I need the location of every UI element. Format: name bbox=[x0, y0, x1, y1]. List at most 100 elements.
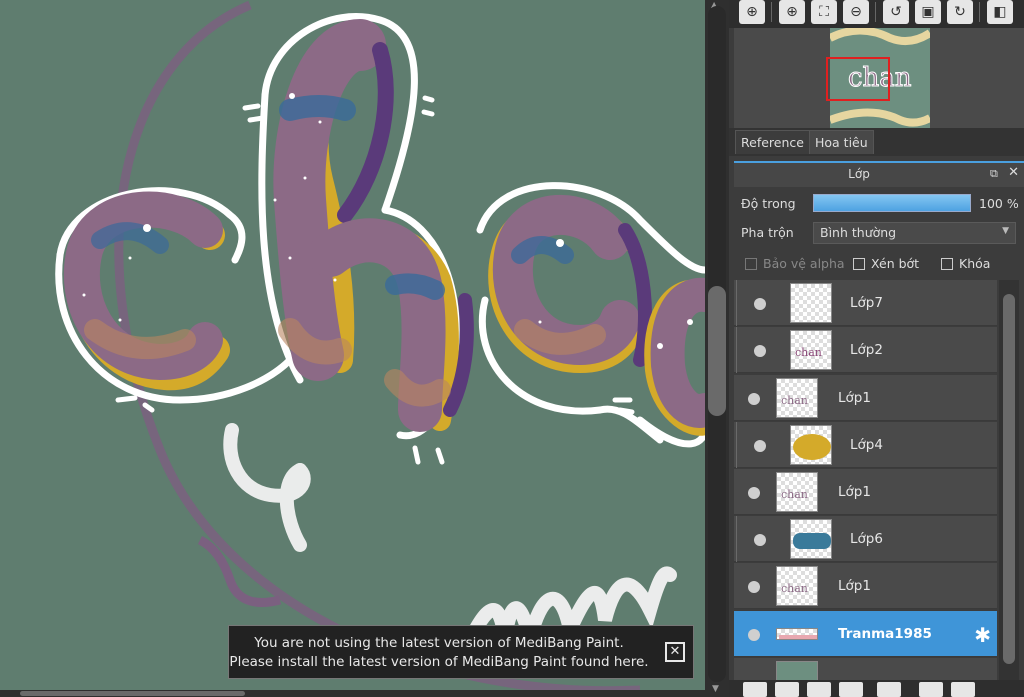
new-halftone-layer-icon[interactable] bbox=[775, 682, 799, 697]
layer-panel-title: Lớp bbox=[848, 167, 870, 181]
layer-row[interactable]: chan Lớp1 bbox=[734, 375, 997, 421]
eye-icon[interactable] bbox=[748, 393, 760, 405]
rotate-left-icon[interactable]: ↺ bbox=[883, 0, 909, 24]
tab-navigator[interactable]: Hoa tiêu bbox=[809, 130, 874, 154]
close-icon[interactable]: ✕ bbox=[665, 642, 685, 662]
clip-bracket bbox=[736, 422, 746, 468]
layer-name: Lớp6 bbox=[850, 531, 883, 547]
zoom-in-icon[interactable]: ⊕ bbox=[779, 0, 805, 24]
layer-scroll-thumb[interactable] bbox=[1003, 294, 1015, 664]
scroll-down-arrow-icon[interactable]: ▼ bbox=[712, 684, 719, 694]
folder-icon[interactable] bbox=[877, 682, 901, 697]
eye-icon[interactable] bbox=[754, 534, 766, 546]
clip-bracket bbox=[736, 516, 746, 562]
layer-name: Tranma1985 bbox=[838, 626, 932, 642]
lock-checkbox[interactable]: Khóa bbox=[941, 256, 990, 271]
layer-thumbnail bbox=[790, 425, 832, 465]
rotate-right-icon[interactable]: ↻ bbox=[947, 0, 973, 24]
lock-label: Khóa bbox=[959, 256, 991, 271]
fit-window-icon[interactable]: ⛶ bbox=[811, 0, 837, 24]
layer-thumbnail: chan bbox=[776, 378, 818, 418]
checkbox-box bbox=[853, 257, 865, 270]
svg-text:chan: chan bbox=[781, 488, 808, 501]
blend-mode-select[interactable]: Bình thường ▼ bbox=[813, 222, 1016, 244]
layer-thumbnail: chan bbox=[776, 566, 818, 606]
artwork bbox=[55, 0, 705, 690]
layer-thumbnail bbox=[776, 661, 818, 680]
opacity-label: Độ trong bbox=[741, 196, 796, 211]
blend-mode-value: Bình thường bbox=[820, 225, 897, 240]
new-layer-icon[interactable] bbox=[743, 682, 767, 697]
layer-thumbnail bbox=[790, 283, 832, 323]
layer-name: Lớp2 bbox=[850, 342, 883, 358]
layer-name: Lớp4 bbox=[850, 437, 883, 453]
eye-icon[interactable] bbox=[748, 581, 760, 593]
eye-icon[interactable] bbox=[748, 487, 760, 499]
checkbox-box bbox=[941, 257, 953, 270]
clip-bracket bbox=[736, 327, 746, 373]
drawing-canvas[interactable] bbox=[0, 0, 705, 690]
medibang-window: ▲ ▼ ⊕ ⊕ ⛶ ⊖ ↺ ▣ ↻ ◧ chan Reference Hoa t… bbox=[0, 0, 1024, 697]
blend-label: Pha trộn bbox=[741, 225, 794, 240]
opacity-slider[interactable] bbox=[813, 194, 971, 212]
layer-row[interactable]: Lớp7 bbox=[734, 280, 997, 326]
notification-line-1: You are not using the latest version of … bbox=[254, 635, 624, 651]
layer-list-scrollbar[interactable] bbox=[999, 280, 1019, 680]
layer-name: Lớp1 bbox=[838, 578, 871, 594]
eye-icon[interactable] bbox=[754, 440, 766, 452]
clipping-checkbox[interactable]: Xén bớt bbox=[853, 256, 919, 271]
toolbar-divider bbox=[979, 2, 980, 22]
clipping-label: Xén bớt bbox=[871, 256, 920, 271]
toolbar-divider bbox=[875, 2, 876, 22]
popout-icon[interactable]: ⧉ bbox=[990, 167, 1002, 180]
svg-text:chan: chan bbox=[781, 582, 808, 595]
layer-row[interactable]: chan Lớp1 bbox=[734, 563, 997, 609]
layer-list: Lớp7 chan Lớp2 chan Lớp1 Lớp4 chan Lớp1 … bbox=[734, 280, 997, 680]
checkbox-box bbox=[745, 257, 757, 270]
close-icon[interactable]: ✕ bbox=[1008, 165, 1019, 180]
layer-thumbnail: chan bbox=[776, 472, 818, 512]
update-notification[interactable]: You are not using the latest version of … bbox=[228, 625, 694, 679]
layer-thumbnail bbox=[776, 628, 818, 640]
layer-row[interactable] bbox=[734, 658, 997, 680]
eye-icon[interactable] bbox=[748, 629, 760, 641]
scroll-thumb[interactable] bbox=[708, 286, 726, 416]
merge-layer-icon[interactable] bbox=[951, 682, 975, 697]
flip-horizontal-icon[interactable]: ◧ bbox=[987, 0, 1013, 24]
protect-alpha-checkbox[interactable]: Bảo vệ alpha bbox=[745, 256, 845, 271]
gear-icon[interactable]: ✱ bbox=[974, 623, 991, 647]
eye-icon[interactable] bbox=[754, 345, 766, 357]
clip-bracket bbox=[736, 280, 746, 326]
toolbar-divider bbox=[771, 2, 772, 22]
navigator-preview[interactable]: chan bbox=[734, 28, 1024, 128]
svg-text:chan: chan bbox=[795, 346, 822, 359]
layer-row[interactable]: chan Lớp2 bbox=[734, 327, 997, 373]
layer-row[interactable]: Lớp6 bbox=[734, 516, 997, 562]
new-8bit-layer-icon[interactable] bbox=[807, 682, 831, 697]
layer-thumbnail: chan bbox=[790, 330, 832, 370]
navigator-tabs: Reference Hoa tiêu bbox=[729, 128, 1024, 156]
opacity-value: 100 % bbox=[979, 196, 1019, 211]
protect-alpha-label: Bảo vệ alpha bbox=[763, 256, 845, 271]
layer-thumbnail bbox=[790, 519, 832, 559]
reset-view-icon[interactable]: ▣ bbox=[915, 0, 941, 24]
canvas-vertical-scrollbar[interactable]: ▲ ▼ bbox=[705, 0, 729, 697]
notification-line-2: Please install the latest version of Med… bbox=[229, 654, 649, 670]
navigator-viewport-rect[interactable] bbox=[826, 57, 890, 101]
new-layer-menu-icon[interactable] bbox=[839, 682, 863, 697]
layer-row[interactable]: Lớp4 bbox=[734, 422, 997, 468]
zoom-fit-icon[interactable]: ⊕ bbox=[739, 0, 765, 24]
eye-icon[interactable] bbox=[754, 298, 766, 310]
layer-panel-header: Lớp ⧉ ✕ bbox=[734, 161, 1024, 187]
right-panel: ⊕ ⊕ ⛶ ⊖ ↺ ▣ ↻ ◧ chan Reference Hoa tiêu … bbox=[729, 0, 1024, 697]
layer-row-selected[interactable]: Tranma1985 ✱ bbox=[734, 611, 997, 657]
layer-name: Lớp7 bbox=[850, 295, 883, 311]
tab-reference[interactable]: Reference bbox=[735, 130, 810, 154]
horizontal-scroll-thumb[interactable] bbox=[20, 691, 245, 696]
duplicate-layer-icon[interactable] bbox=[919, 682, 943, 697]
navigator-toolbar: ⊕ ⊕ ⛶ ⊖ ↺ ▣ ↻ ◧ bbox=[729, 0, 1024, 28]
zoom-out-icon[interactable]: ⊖ bbox=[843, 0, 869, 24]
layer-row[interactable]: chan Lớp1 bbox=[734, 469, 997, 515]
canvas-horizontal-scrollbar[interactable] bbox=[0, 690, 705, 697]
layer-toolbar bbox=[729, 680, 1024, 697]
